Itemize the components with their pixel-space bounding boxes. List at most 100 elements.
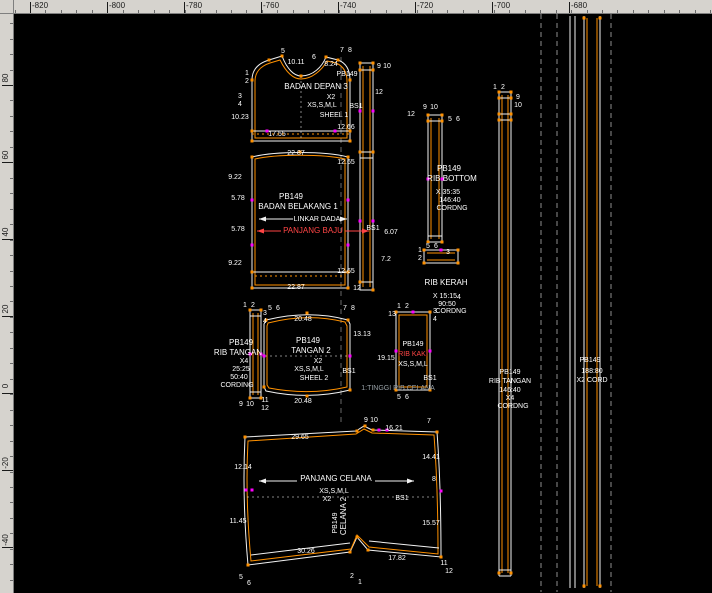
pattern-point[interactable]	[498, 119, 501, 122]
pattern-point[interactable]	[349, 389, 352, 392]
pattern-point[interactable]	[599, 585, 602, 588]
pattern-point[interactable]	[510, 97, 513, 100]
pattern-point[interactable]	[251, 130, 254, 133]
pattern-point[interactable]	[244, 436, 247, 439]
pattern-point[interactable]	[260, 309, 263, 312]
pattern-point[interactable]	[372, 289, 375, 292]
pattern-point[interactable]	[457, 249, 460, 252]
label-rib-kerah: 4	[457, 294, 461, 301]
pattern-point[interactable]	[251, 79, 254, 82]
label-rib-kaki: 5	[397, 394, 401, 401]
notch-point[interactable]	[347, 199, 350, 202]
pattern-point[interactable]	[427, 120, 430, 123]
pattern-point[interactable]	[440, 556, 443, 559]
pattern-point[interactable]	[423, 262, 426, 265]
pattern-point[interactable]	[251, 287, 254, 290]
notch-point[interactable]	[245, 489, 248, 492]
notch-point[interactable]	[395, 350, 398, 353]
notch-point[interactable]	[263, 355, 266, 358]
piece-celana-2[interactable]	[244, 425, 443, 567]
pattern-point[interactable]	[510, 113, 513, 116]
drawing-canvas[interactable]: PB149BADAN DEPAN 3X2XS,S,M,LBS1SHEEL 110…	[0, 0, 712, 593]
notch-point[interactable]	[440, 490, 443, 493]
pattern-point[interactable]	[349, 140, 352, 143]
notch-point[interactable]	[334, 130, 337, 133]
pattern-point[interactable]	[359, 69, 362, 72]
notch-point[interactable]	[251, 489, 254, 492]
piece-rib-kerah[interactable]	[423, 249, 460, 265]
piece-rib-tangan-right-strip[interactable]	[498, 91, 513, 577]
pattern-point[interactable]	[498, 91, 501, 94]
notch-point[interactable]	[378, 429, 381, 432]
notch-point[interactable]	[251, 244, 254, 247]
pattern-point[interactable]	[325, 56, 328, 59]
pattern-point[interactable]	[498, 572, 501, 575]
ruler-top[interactable]: -820-800-780-760-740-720-700-680	[0, 0, 712, 14]
pattern-point[interactable]	[356, 430, 359, 433]
pattern-point[interactable]	[441, 241, 444, 244]
piece-thin-strip[interactable]	[570, 16, 575, 588]
pattern-point[interactable]	[356, 536, 359, 539]
notch-point[interactable]	[372, 220, 375, 223]
pattern-point[interactable]	[359, 151, 362, 154]
pattern-point[interactable]	[510, 91, 513, 94]
label-badan-belakang-1: 5.78	[231, 226, 245, 233]
pattern-point[interactable]	[300, 75, 303, 78]
notch-point[interactable]	[359, 220, 362, 223]
pattern-point[interactable]	[249, 397, 252, 400]
notch-point[interactable]	[429, 350, 432, 353]
notch-point[interactable]	[440, 249, 443, 252]
pattern-point[interactable]	[281, 55, 284, 58]
pattern-point[interactable]	[457, 262, 460, 265]
pattern-point[interactable]	[306, 312, 309, 315]
notch-point[interactable]	[359, 110, 362, 113]
notch-point[interactable]	[372, 110, 375, 113]
pattern-point[interactable]	[364, 425, 367, 428]
piece-placket-strip[interactable]	[359, 62, 375, 292]
ruler-left[interactable]: 806040200-20-40	[0, 0, 14, 593]
pattern-point[interactable]	[249, 309, 252, 312]
pattern-point[interactable]	[510, 572, 513, 575]
pattern-point[interactable]	[251, 271, 254, 274]
pattern-point[interactable]	[599, 17, 602, 20]
notch-point[interactable]	[412, 311, 415, 314]
pattern-point[interactable]	[429, 311, 432, 314]
notch-point[interactable]	[347, 244, 350, 247]
pattern-point[interactable]	[359, 281, 362, 284]
label-badan-belakang-1: 22.87	[287, 284, 305, 291]
pattern-point[interactable]	[247, 564, 250, 567]
label-rib-kerah: 5	[426, 243, 430, 250]
pattern-point[interactable]	[367, 549, 370, 552]
label-rib-kaki: PB149	[402, 341, 423, 348]
piece-rib-188-strip[interactable]	[583, 16, 602, 588]
notch-point[interactable]	[251, 199, 254, 202]
pattern-point[interactable]	[359, 62, 362, 65]
pattern-point[interactable]	[498, 97, 501, 100]
pattern-point[interactable]	[349, 551, 352, 554]
pattern-point[interactable]	[372, 151, 375, 154]
pattern-point[interactable]	[347, 287, 350, 290]
pattern-point[interactable]	[498, 113, 501, 116]
pattern-point[interactable]	[349, 79, 352, 82]
ruler-tick-minor	[386, 10, 387, 13]
pattern-point[interactable]	[583, 585, 586, 588]
pattern-point[interactable]	[436, 431, 439, 434]
pattern-point[interactable]	[427, 114, 430, 117]
label-rib-kerah: X 15:15	[433, 293, 457, 300]
pattern-point[interactable]	[423, 249, 426, 252]
label-rib-tangan-right: CORDNG	[497, 403, 528, 410]
pattern-point[interactable]	[372, 429, 375, 432]
pattern-point[interactable]	[251, 140, 254, 143]
pattern-point[interactable]	[441, 114, 444, 117]
pattern-point[interactable]	[372, 62, 375, 65]
pattern-point[interactable]	[372, 69, 375, 72]
pattern-point[interactable]	[263, 386, 266, 389]
pattern-point[interactable]	[347, 319, 350, 322]
notch-point[interactable]	[349, 355, 352, 358]
pattern-point[interactable]	[583, 17, 586, 20]
pattern-point[interactable]	[510, 119, 513, 122]
pattern-point[interactable]	[268, 59, 271, 62]
pattern-point[interactable]	[441, 120, 444, 123]
pattern-point[interactable]	[251, 156, 254, 159]
annotation-layer: PB149BADAN DEPAN 3X2XS,S,M,LBS1SHEEL 110…	[214, 47, 608, 587]
